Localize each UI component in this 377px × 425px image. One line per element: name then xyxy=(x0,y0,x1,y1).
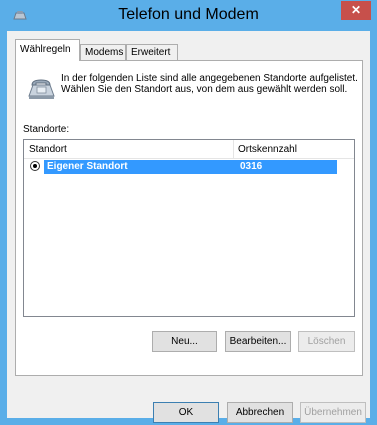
list-item[interactable]: Eigener Standort 0316 xyxy=(26,160,337,174)
tab-waehlregeln[interactable]: Wählregeln xyxy=(15,39,80,61)
close-button[interactable]: ✕ xyxy=(341,1,371,20)
column-separator[interactable] xyxy=(233,140,234,158)
location-name: Eigener Standort xyxy=(47,161,128,172)
title-bar[interactable]: Telefon und Modem ✕ xyxy=(0,0,377,32)
list-header: Standort Ortskennzahl xyxy=(24,140,354,159)
tab-modems[interactable]: Modems xyxy=(80,44,126,60)
window-title: Telefon und Modem xyxy=(118,6,259,23)
column-header-location[interactable]: Standort xyxy=(29,144,67,155)
locations-label: Standorte: xyxy=(23,124,70,135)
ok-button[interactable]: OK xyxy=(153,402,219,423)
delete-button[interactable]: Löschen xyxy=(298,331,355,352)
cancel-button[interactable]: Abbrechen xyxy=(227,402,293,423)
description-text: In der folgenden Liste sind alle angegeb… xyxy=(61,73,358,95)
new-button[interactable]: Neu... xyxy=(152,331,217,352)
selected-radio-icon[interactable] xyxy=(30,161,40,171)
tab-erweitert[interactable]: Erweitert xyxy=(126,44,178,60)
dialog-client: Wählregeln Modems Erweitert In der folge… xyxy=(7,31,370,423)
locations-list[interactable]: Standort Ortskennzahl Eigener Standort 0… xyxy=(23,139,355,317)
telephone-icon xyxy=(28,79,55,99)
dialog-window: Telefon und Modem ✕ Wählregeln Modems Er… xyxy=(0,0,377,425)
apply-button[interactable]: Übernehmen xyxy=(300,402,366,423)
column-header-area-code[interactable]: Ortskennzahl xyxy=(238,144,297,155)
edit-button[interactable]: Bearbeiten... xyxy=(225,331,291,352)
tab-panel: In der folgenden Liste sind alle angegeb… xyxy=(15,60,363,376)
area-code: 0316 xyxy=(240,161,263,172)
